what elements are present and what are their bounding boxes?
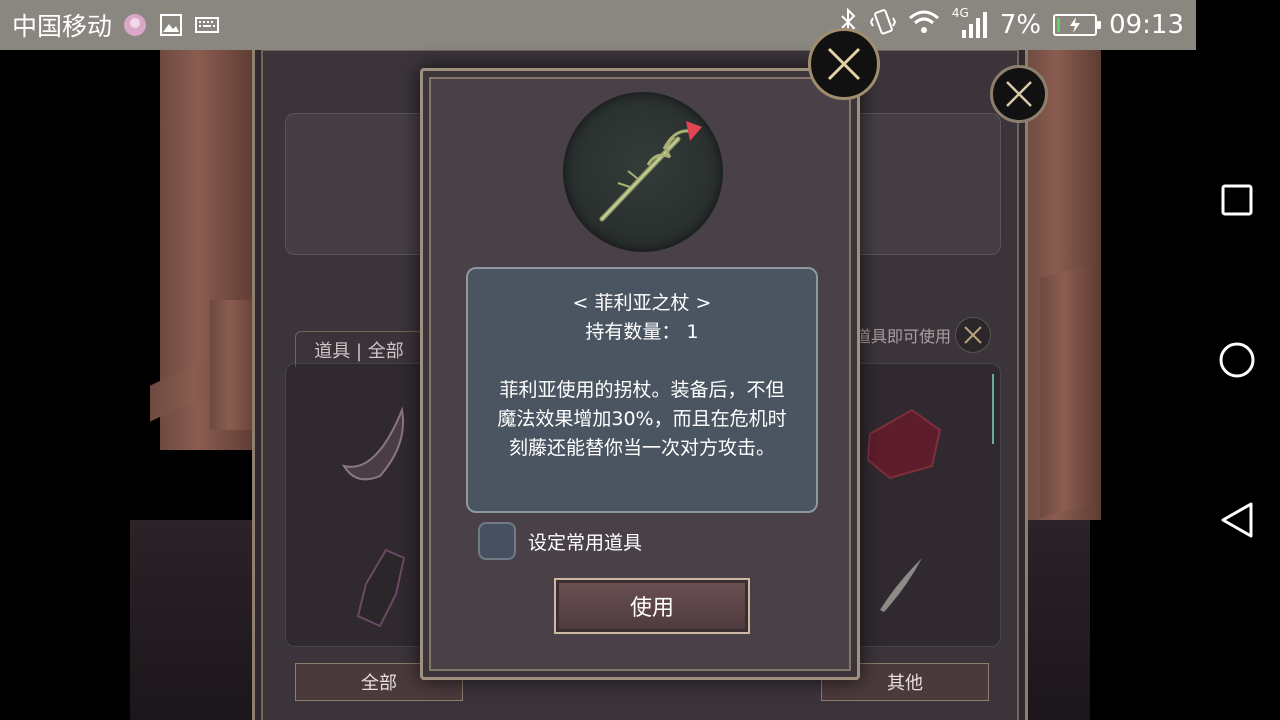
dialog-close-button[interactable] [808, 28, 880, 100]
clock: 09:13 [1109, 10, 1184, 40]
item-description-box: < 菲利亚之杖 > 持有数量： 1 菲利亚使用的拐杖。装备后，不但 魔法效果增加… [466, 267, 818, 513]
item-description-line: 魔法效果增加30%，而且在危机时 [497, 408, 787, 430]
staff-icon [599, 121, 702, 222]
status-bar: 中国移动 4G 7% 09:13 [0, 0, 1196, 50]
item-name: < 菲利亚之杖 > [572, 292, 712, 314]
favorite-item-checkbox[interactable] [478, 522, 516, 560]
quantity-label: 持有数量： [585, 321, 681, 343]
home-icon[interactable] [1217, 340, 1257, 380]
vibrate-icon [869, 8, 896, 43]
inventory-item-gem[interactable] [862, 404, 946, 484]
signal-icon: 4G [952, 6, 988, 40]
item-description-line: 刻藤还能替你当一次对方攻击。 [508, 437, 775, 459]
gallery-icon [158, 12, 184, 38]
close-icon [827, 47, 861, 81]
inventory-item-feather[interactable] [876, 554, 926, 614]
favorite-item-row: 设定常用道具 [478, 522, 642, 560]
quantity-value: 1 [686, 321, 699, 343]
inventory-item-claw[interactable] [336, 404, 416, 484]
carrier-name: 中国移动 [12, 12, 113, 41]
favorite-item-label: 设定常用道具 [528, 531, 643, 554]
item-quantity: 持有数量： 1 [468, 318, 816, 347]
hint-close-icon[interactable] [955, 317, 991, 353]
navigation-bar [1196, 0, 1280, 720]
close-icon [1006, 81, 1032, 107]
use-button[interactable]: 使用 [554, 578, 750, 634]
app-notification-icon [122, 12, 148, 38]
battery-level [1057, 18, 1061, 32]
inventory-item-bag[interactable] [346, 544, 416, 634]
wifi-icon [908, 9, 940, 42]
item-description-line: 菲利亚使用的拐杖。装备后，不但 [499, 379, 785, 401]
battery-icon [1053, 14, 1102, 36]
inventory-category-tab[interactable]: 道具 | 全部 [295, 331, 423, 367]
item-portrait [563, 92, 723, 252]
inventory-scrollbar[interactable] [992, 374, 994, 444]
right-wooden-shelf [1040, 261, 1100, 519]
inventory-close-button[interactable] [990, 65, 1048, 123]
battery-percent: 7% [999, 10, 1042, 40]
recent-apps-icon[interactable] [1217, 180, 1257, 220]
back-icon[interactable] [1217, 500, 1257, 540]
keyboard-icon [194, 12, 220, 38]
